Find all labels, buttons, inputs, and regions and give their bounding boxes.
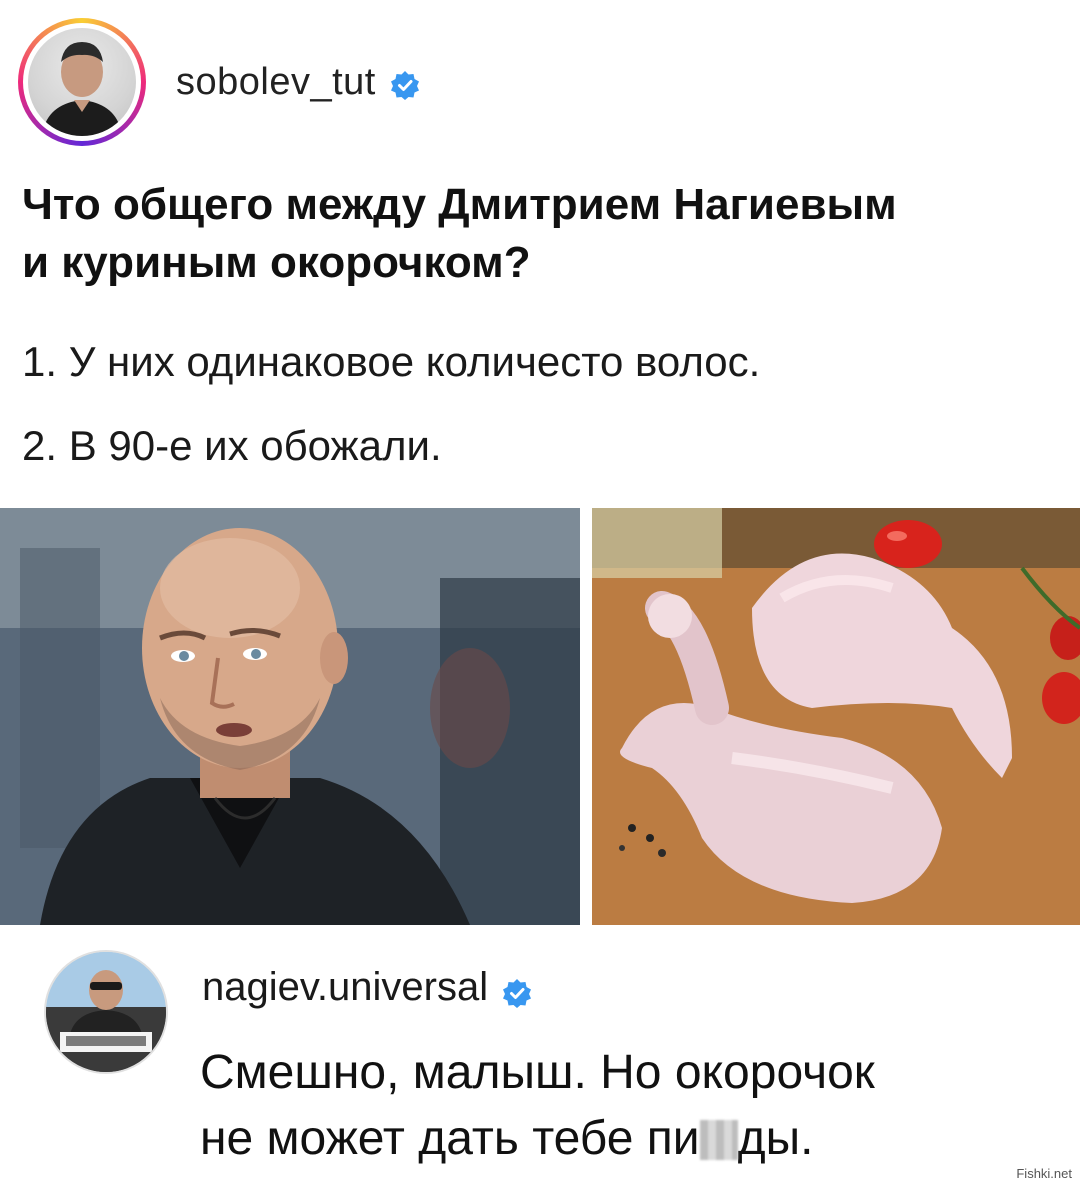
commenter-username[interactable]: nagiev.universal <box>202 965 488 1010</box>
commenter-username-row: nagiev.universal <box>202 965 532 1010</box>
comment-line2-start: не может дать тебе пи <box>200 1112 700 1165</box>
author-avatar[interactable] <box>18 18 146 146</box>
photo-bald-man <box>0 508 580 925</box>
author-avatar-photo <box>28 28 136 136</box>
author-username[interactable]: sobolev_tut <box>176 61 376 104</box>
comment-line1: Смешно, малыш. Но окорочок <box>200 1046 875 1099</box>
post-title: Что общего между Дмитрием Нагиевым и кур… <box>22 176 1062 292</box>
verified-badge-icon <box>390 67 420 100</box>
post-title-line2: и куриным окорочком? <box>22 238 531 287</box>
author-username-row: sobolev_tut <box>176 61 420 104</box>
verified-badge-icon <box>502 973 532 1008</box>
post-point-2: 2. В 90-е их обожали. <box>22 422 442 469</box>
post-title-line1: Что общего между Дмитрием Нагиевым <box>22 180 897 229</box>
post-header: sobolev_tut <box>18 18 420 146</box>
commenter-avatar[interactable] <box>44 950 168 1074</box>
watermark: Fishki.net <box>1016 1166 1072 1181</box>
photo-chicken-legs <box>592 508 1080 925</box>
comment-line2: не может дать тебе пи ды. <box>200 1106 875 1172</box>
comment-line2-end: ды. <box>737 1112 814 1165</box>
post-point-1: 1. У них одинаковое количесто волос. <box>22 338 761 385</box>
censor-blur <box>699 1120 738 1160</box>
comment-text: Смешно, малыш. Но окорочок не может дать… <box>200 1040 875 1172</box>
